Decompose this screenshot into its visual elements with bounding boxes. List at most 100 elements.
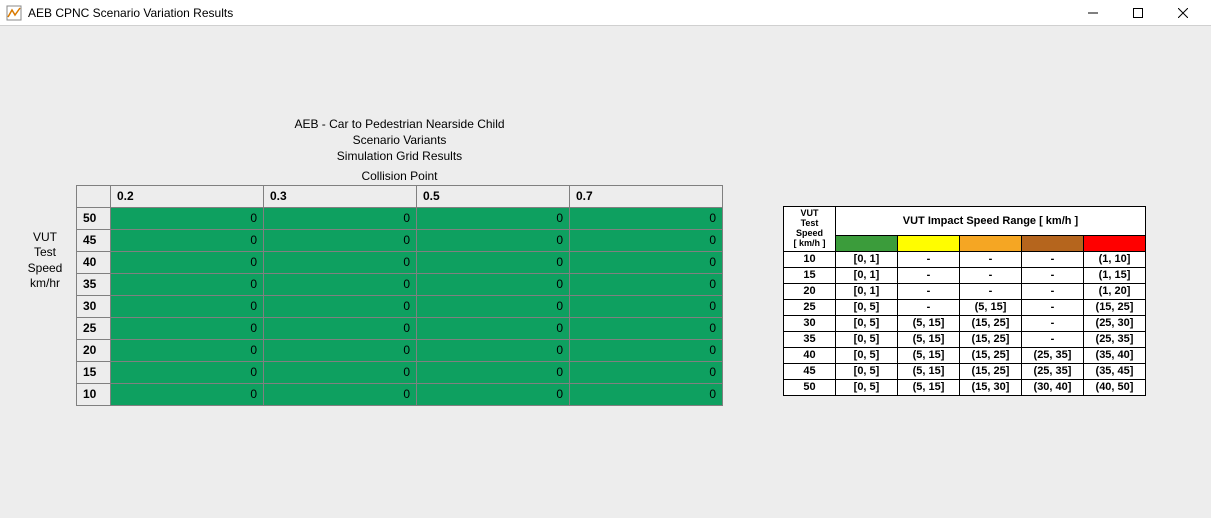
grid-cell: 0 [570,317,723,339]
grid-cell: 0 [570,339,723,361]
legend-row-header: 25 [784,299,836,315]
legend-cell: (25, 35] [1022,363,1084,379]
grid-cell: 0 [111,383,264,405]
legend-cell: (35, 40] [1084,347,1146,363]
grid-row-header: 10 [77,383,111,405]
legend-cell: - [898,283,960,299]
grid-column-header: 0.3 [264,185,417,207]
legend-cell: [0, 5] [836,363,898,379]
grid-cell: 0 [570,383,723,405]
grid-cell: 0 [111,229,264,251]
legend-cell: (15, 25] [1084,299,1146,315]
y-axis-label-line: VUT [20,230,70,246]
legend-row-header: 45 [784,363,836,379]
grid-cell: 0 [264,251,417,273]
legend-cell: (15, 25] [960,347,1022,363]
grid-cell: 0 [417,207,570,229]
grid-cell: 0 [264,229,417,251]
grid-cell: 0 [111,361,264,383]
legend-panel: VUTTestSpeed[ km/h ]VUT Impact Speed Ran… [783,206,1146,396]
legend-cell: (15, 30] [960,379,1022,395]
minimize-icon [1088,8,1098,18]
legend-cell: (25, 35] [1084,331,1146,347]
grid-row-header: 40 [77,251,111,273]
grid-cell: 0 [417,317,570,339]
legend-cell: [0, 5] [836,379,898,395]
legend-row-header-label: VUTTestSpeed[ km/h ] [784,207,836,252]
grid-cell: 0 [570,229,723,251]
legend-cell: (1, 15] [1084,267,1146,283]
y-axis-label-line: Test Speed [20,245,70,276]
legend-cell: - [898,267,960,283]
grid-row-header: 35 [77,273,111,295]
legend-cell: - [1022,315,1084,331]
grid-cell: 0 [417,229,570,251]
legend-cell: (40, 50] [1084,379,1146,395]
legend-cell: - [898,299,960,315]
y-axis-label: VUT Test Speed km/hr [20,230,70,292]
legend-cell: (25, 30] [1084,315,1146,331]
legend-cell: - [1022,283,1084,299]
legend-row-header: 20 [784,283,836,299]
grid-cell: 0 [264,317,417,339]
grid-cell: 0 [570,251,723,273]
content-area: VUT Test Speed km/hr AEB - Car to Pedest… [0,26,1211,518]
legend-cell: [0, 5] [836,299,898,315]
grid-cell: 0 [111,251,264,273]
legend-row-header: 30 [784,315,836,331]
legend-cell: - [960,251,1022,267]
grid-corner [77,185,111,207]
legend-swatch-brown [1022,235,1084,251]
legend-cell: (1, 20] [1084,283,1146,299]
legend-cell: [0, 5] [836,331,898,347]
legend-cell: [0, 1] [836,283,898,299]
legend-swatch-orange [960,235,1022,251]
legend-swatch-green [836,235,898,251]
legend-cell: [0, 5] [836,347,898,363]
grid-cell: 0 [264,383,417,405]
x-axis-label: Collision Point [76,169,723,183]
grid-cell: 0 [417,339,570,361]
grid-cell: 0 [264,273,417,295]
grid-row-header: 25 [77,317,111,339]
simulation-grid-panel: VUT Test Speed km/hr AEB - Car to Pedest… [20,116,723,406]
grid-cell: 0 [417,361,570,383]
legend-cell: - [960,267,1022,283]
minimize-button[interactable] [1070,0,1115,26]
legend-cell: [0, 5] [836,315,898,331]
grid-cell: 0 [570,207,723,229]
grid-cell: 0 [570,273,723,295]
grid-cell: 0 [264,295,417,317]
grid-cell: 0 [417,383,570,405]
simulation-grid-table: 0.20.30.50.75000004500004000003500003000… [76,185,723,406]
legend-swatch-red [1084,235,1146,251]
legend-cell: [0, 1] [836,267,898,283]
grid-cell: 0 [417,273,570,295]
grid-column-header: 0.5 [417,185,570,207]
grid-row-header: 50 [77,207,111,229]
legend-cell: - [1022,251,1084,267]
grid-column-header: 0.2 [111,185,264,207]
grid-cell: 0 [264,361,417,383]
legend-swatch-yellow [898,235,960,251]
close-icon [1178,8,1188,18]
grid-cell: 0 [111,317,264,339]
legend-cell: (15, 25] [960,331,1022,347]
grid-cell: 0 [417,251,570,273]
legend-table: VUTTestSpeed[ km/h ]VUT Impact Speed Ran… [783,206,1146,396]
legend-cell: (5, 15] [898,331,960,347]
maximize-button[interactable] [1115,0,1160,26]
legend-cell: (1, 10] [1084,251,1146,267]
chart-title: AEB - Car to Pedestrian Nearside Child S… [76,116,723,165]
grid-cell: 0 [111,339,264,361]
window-title: AEB CPNC Scenario Variation Results [28,6,1070,20]
legend-cell: - [1022,299,1084,315]
grid-row-header: 30 [77,295,111,317]
grid-cell: 0 [111,295,264,317]
legend-row-header: 15 [784,267,836,283]
legend-cell: (5, 15] [898,315,960,331]
close-button[interactable] [1160,0,1205,26]
chart-title-line: Scenario Variants [76,132,723,148]
chart-title-line: Simulation Grid Results [76,148,723,164]
grid-cell: 0 [111,207,264,229]
